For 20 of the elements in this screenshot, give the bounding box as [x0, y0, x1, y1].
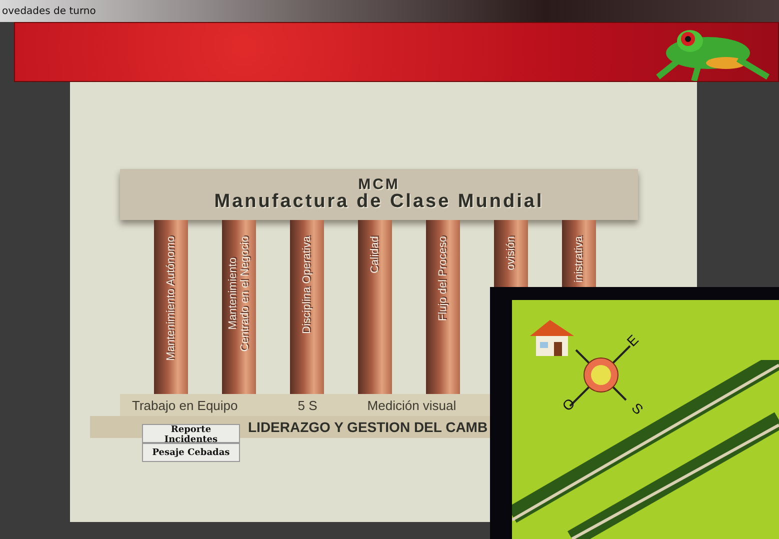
compass-letter: S — [628, 400, 646, 418]
temple-title: Manufactura de Clase Mundial — [214, 192, 544, 212]
base-label: LIDERAZGO Y GESTION DEL CAMB — [248, 419, 488, 435]
menu-button[interactable]: Reporte Incidentes — [142, 424, 240, 443]
acronym-heading: MCM — [358, 178, 400, 192]
pillar-label: Mantenimiento Autónomo — [165, 236, 177, 361]
compass-letter: O — [558, 394, 578, 414]
foundation-label: Trabajo en Equipo — [132, 398, 238, 412]
compass-letter: E — [624, 332, 642, 350]
window-title: ovedades de turno — [1, 6, 96, 16]
pillar-label: Flujo del Proceso — [437, 236, 449, 321]
house-icon — [528, 318, 576, 358]
foundation-label: Medición visual — [367, 398, 456, 412]
pillar-label: Mantenimiento Centrado en el Negocio — [227, 236, 251, 352]
pillar-label: Calidad — [369, 236, 381, 274]
pillar-label: inistrativa — [573, 236, 585, 282]
pillar-label: ovisión — [505, 236, 517, 270]
menu-button[interactable]: Pesaje Cebadas — [142, 443, 240, 462]
foundation-label: 5 S — [298, 398, 318, 412]
pillar-label: Disciplina Operativa — [301, 236, 313, 334]
